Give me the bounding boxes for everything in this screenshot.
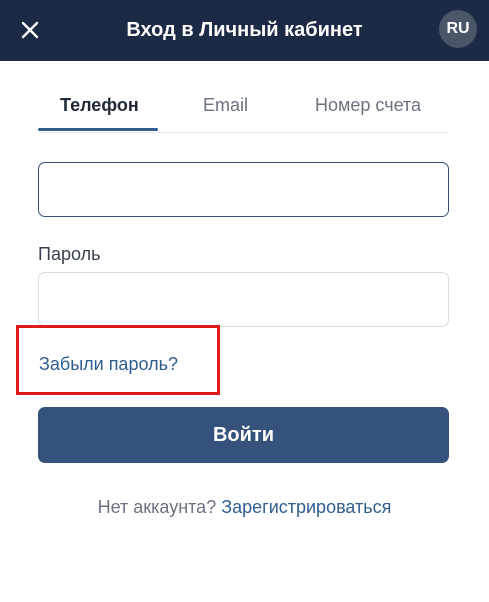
phone-input[interactable]	[38, 162, 449, 217]
register-link[interactable]: Зарегистрироваться	[221, 497, 391, 517]
forgot-password-link[interactable]: Забыли пароль?	[39, 353, 178, 375]
tab-email[interactable]: Email	[203, 94, 248, 116]
no-account-text: Нет аккаунта?	[97, 497, 222, 517]
language-button[interactable]: RU	[439, 10, 477, 48]
tab-account-number[interactable]: Номер счета	[315, 94, 421, 116]
login-method-tabs: Телефон Email Номер счета	[38, 61, 449, 133]
active-tab-indicator	[38, 128, 158, 131]
tab-phone[interactable]: Телефон	[60, 94, 139, 116]
page-title: Вход в Личный кабинет	[126, 19, 363, 41]
password-label: Пароль	[38, 244, 101, 264]
login-button[interactable]: Войти	[38, 407, 449, 463]
password-input[interactable]	[38, 272, 449, 327]
register-row: Нет аккаунта? Зарегистрироваться	[0, 496, 489, 518]
login-page: Вход в Личный кабинет RU Телефон Email Н…	[0, 0, 489, 602]
header-bar: Вход в Личный кабинет RU	[0, 0, 489, 61]
